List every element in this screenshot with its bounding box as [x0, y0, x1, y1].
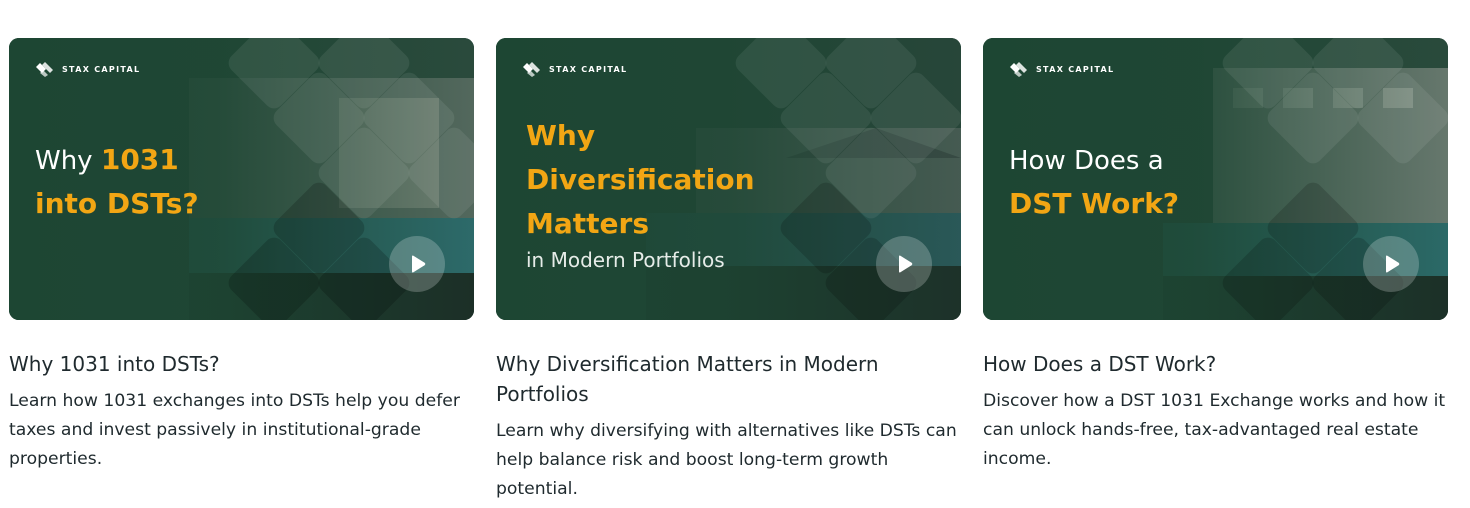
brand-mark: STAX CAPITAL: [521, 61, 627, 77]
headline-gold-text: 1031: [100, 143, 179, 176]
thumbnail-headline: How Does a DST Work?: [1009, 140, 1179, 228]
card-title[interactable]: Why 1031 into DSTs?: [9, 349, 474, 379]
video-card[interactable]: STAX CAPITAL How Does a DST Work? How Do…: [983, 38, 1448, 474]
thumbnail-headline: Why 1031 into DSTs?: [35, 140, 199, 228]
headline-line: Diversification: [526, 160, 755, 204]
thumbnail-headline: Why Diversification Matters in Modern Po…: [526, 116, 755, 272]
play-icon: [899, 255, 913, 273]
card-description: Learn how 1031 exchanges into DSTs help …: [9, 391, 460, 469]
brand-mark: STAX CAPITAL: [1008, 61, 1114, 77]
headline-gold-text: Matters: [526, 207, 649, 240]
play-button[interactable]: [876, 236, 932, 292]
brand-name: STAX CAPITAL: [1036, 64, 1115, 74]
headline-subtitle: in Modern Portfolios: [526, 248, 725, 272]
headline-line: Why 1031: [35, 140, 199, 184]
card-description: Learn why diversifying with alternatives…: [496, 421, 957, 499]
video-card[interactable]: STAX CAPITAL Why Diversification Matters…: [496, 38, 961, 504]
headline-gold-text: Why: [526, 119, 596, 152]
stax-capital-logo-icon: [36, 62, 53, 77]
headline-gold-text: into DSTs?: [35, 187, 199, 220]
video-card[interactable]: STAX CAPITAL Why 1031 into DSTs? Why 103…: [9, 38, 474, 474]
video-thumbnail[interactable]: STAX CAPITAL Why 1031 into DSTs?: [9, 38, 474, 320]
card-description: Discover how a DST 1031 Exchange works a…: [983, 391, 1446, 469]
play-button[interactable]: [1363, 236, 1419, 292]
headline-line: DST Work?: [1009, 184, 1179, 228]
headline-line: Matters: [526, 204, 755, 248]
play-icon: [1386, 255, 1400, 273]
play-button[interactable]: [389, 236, 445, 292]
brand-mark: STAX CAPITAL: [34, 61, 140, 77]
headline-line: into DSTs?: [35, 184, 199, 228]
stax-capital-logo-icon: [1010, 62, 1027, 77]
brand-name: STAX CAPITAL: [62, 64, 141, 74]
video-card-grid: STAX CAPITAL Why 1031 into DSTs? Why 103…: [9, 38, 1449, 508]
brand-name: STAX CAPITAL: [549, 64, 628, 74]
stax-capital-logo-icon: [523, 62, 540, 77]
headline-gold-text: Diversification: [526, 163, 755, 196]
headline-white-text: Why: [35, 146, 101, 176]
headline-line: Why: [526, 116, 755, 160]
video-thumbnail[interactable]: STAX CAPITAL How Does a DST Work?: [983, 38, 1448, 320]
play-icon: [412, 255, 426, 273]
card-title[interactable]: How Does a DST Work?: [983, 349, 1448, 379]
headline-white-text: How Does a: [1009, 146, 1164, 176]
video-thumbnail[interactable]: STAX CAPITAL Why Diversification Matters…: [496, 38, 961, 320]
headline-line: How Does a: [1009, 140, 1179, 184]
headline-gold-text: DST Work?: [1009, 187, 1180, 220]
card-title[interactable]: Why Diversification Matters in Modern Po…: [496, 349, 961, 409]
